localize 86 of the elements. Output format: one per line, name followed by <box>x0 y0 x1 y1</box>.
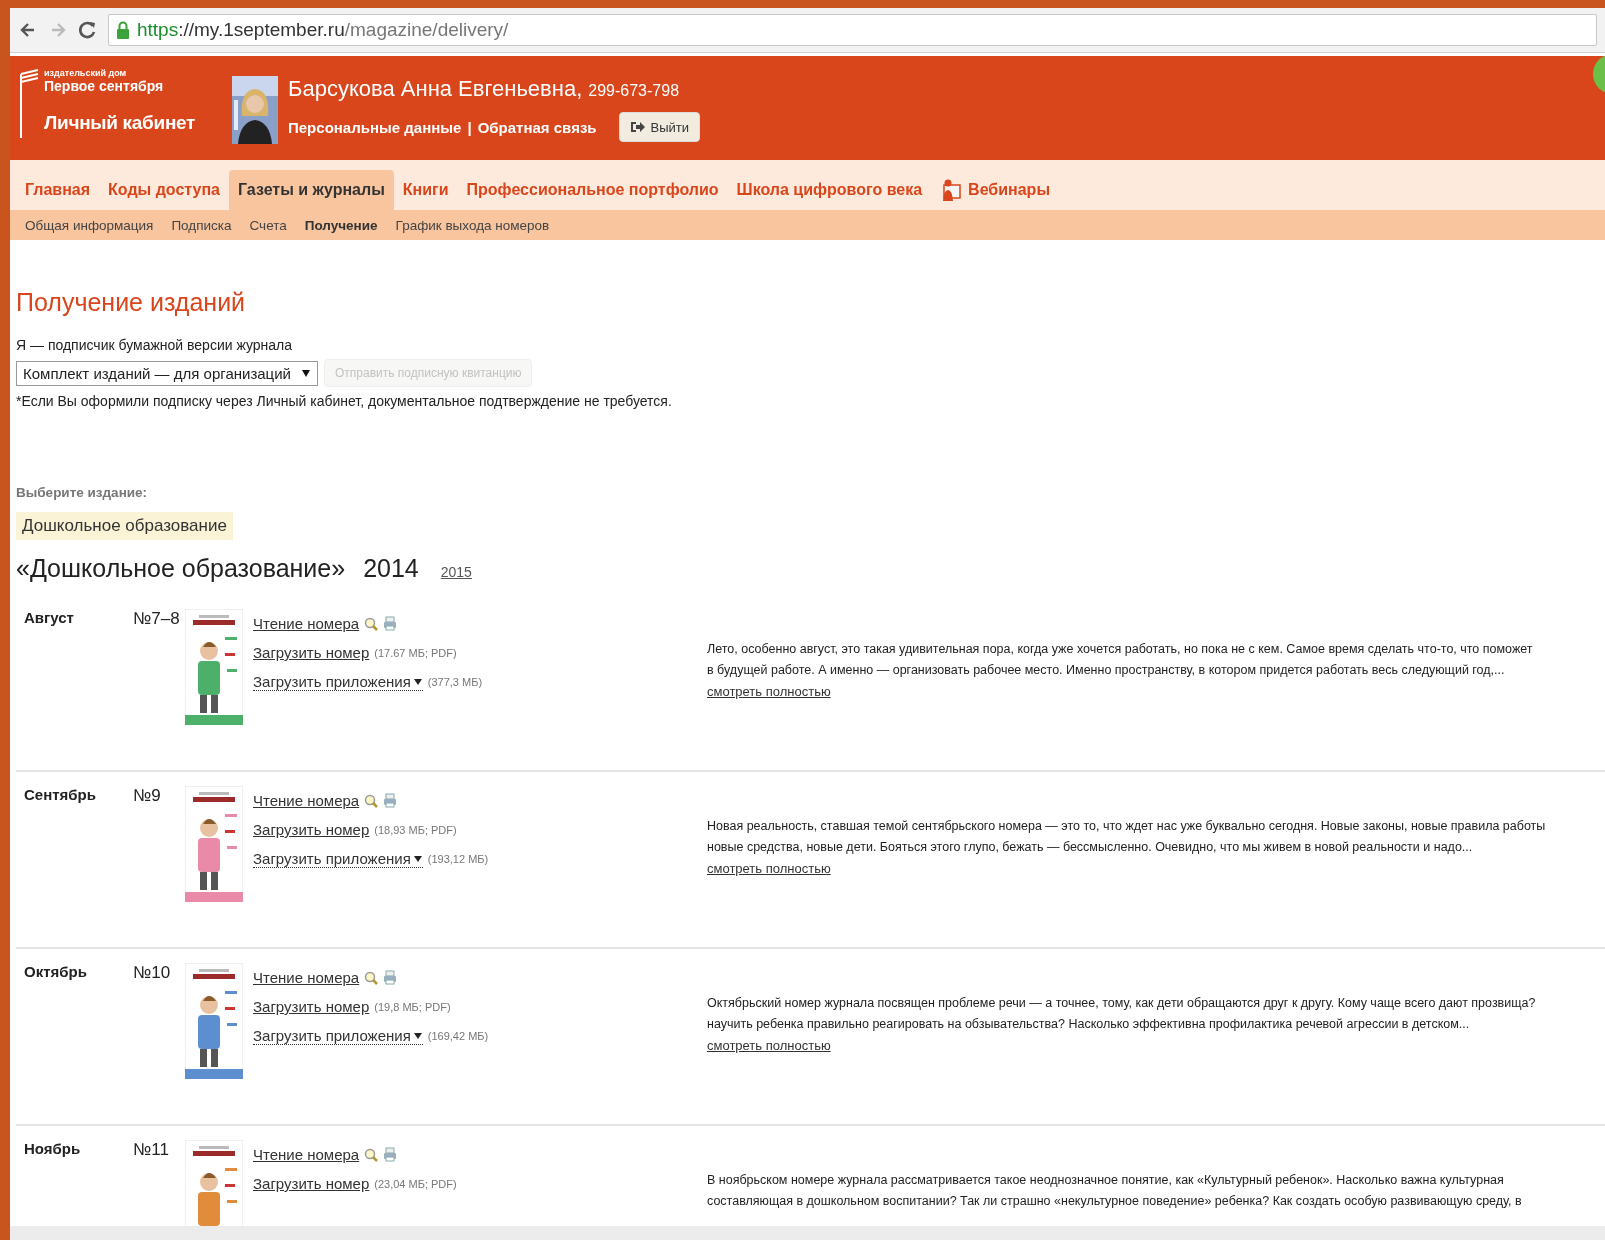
url-text: https://my.1september.ru/magazine/delivery/ <box>137 19 509 41</box>
address-bar[interactable]: https://my.1september.ru/magazine/delivery/ <box>108 14 1597 46</box>
download-issue-link[interactable]: Загрузить номер <box>253 821 370 838</box>
lock-icon <box>115 20 131 40</box>
edition-tag[interactable]: Дошкольное образование <box>16 512 233 540</box>
printer-icon[interactable] <box>383 616 398 631</box>
nav-tab[interactable]: Газеты и журналы <box>229 170 394 210</box>
caret-icon <box>412 853 423 864</box>
issue-number: №11 <box>133 1140 170 1161</box>
issue-number: №7–8 <box>133 609 181 630</box>
month-label: Сентябрь <box>23 786 97 805</box>
file-size: (17.67 МБ; PDF) <box>374 646 457 659</box>
search-icon[interactable] <box>364 970 379 985</box>
read-more-link[interactable]: смотреть полностью <box>707 1035 831 1056</box>
subnav-tab[interactable]: Общая информация <box>16 217 163 233</box>
description-line: Лето, особенно август, это такая удивительная пора, когда уже хочется работать, но пока не с кем. Самое время сделать что-то, что поможет <box>707 641 1534 658</box>
search-icon[interactable] <box>364 616 379 631</box>
issue-number: №10 <box>133 963 172 984</box>
file-size: (377,3 МБ) <box>427 676 483 688</box>
page-title: Получение изданий <box>16 288 247 317</box>
download-attachments-link[interactable]: Загрузить приложения <box>253 1027 423 1045</box>
file-size: (193,12 МБ) <box>427 853 489 865</box>
description-line: новые средства, новые дети. Бояться этого глупо, бежать — бессмысленно. Очевидно, что мы живем в новой реальности и надо... <box>707 839 1474 856</box>
feedback-link[interactable]: Обратная связь <box>477 118 597 136</box>
description-line: научить ребенка правильно реагировать на обзывательства? Насколько эффективна профилактика речевой агрессии в детском... <box>707 1016 1471 1033</box>
choose-label: Выберите издание: <box>16 485 149 500</box>
file-size: (23,04 МБ; PDF) <box>374 1177 457 1190</box>
reload-icon[interactable] <box>78 20 98 40</box>
subscriber-label: Я — подписчик бумажной версии журнала <box>16 337 294 353</box>
exit-icon <box>629 119 646 135</box>
read-issue-link[interactable]: Чтение номера <box>253 1146 360 1163</box>
download-attachments-link[interactable]: Загрузить приложения <box>253 673 423 691</box>
download-issue-link[interactable]: Загрузить номер <box>253 1175 370 1192</box>
description-line: В ноябрьском номере журнала рассматривается такое неоднозначное понятие, как «Культурный ребенок». Насколько важна культурная <box>707 1172 1505 1189</box>
printer-icon[interactable] <box>383 970 398 985</box>
download-attachments-link[interactable]: Загрузить приложения <box>253 850 423 868</box>
nav-tab[interactable]: Книги <box>393 170 458 210</box>
subnav-tab[interactable]: Получение <box>295 217 387 233</box>
nav-tab[interactable]: Вебинары <box>931 170 1060 210</box>
file-size: (19,8 МБ; PDF) <box>374 1000 451 1013</box>
logout-button[interactable]: Выйти <box>618 112 701 142</box>
subnav-tab[interactable]: График выхода номеров <box>386 217 559 233</box>
personal-data-link[interactable]: Персональные данные <box>288 118 462 136</box>
dropdown[interactable]: Комплект изданий — для организаций <box>16 360 318 386</box>
issue-number: №9 <box>133 786 162 807</box>
caret-icon <box>412 1030 423 1041</box>
user-id: 299-673-798 <box>588 82 680 100</box>
read-more-link[interactable]: смотреть полностью <box>707 858 831 879</box>
caret-icon <box>301 368 311 378</box>
read-issue-link[interactable]: Чтение номера <box>253 615 360 632</box>
description-line: составляющая в дошкольном воспитании? Так ли страшно «некультурное поведение» ребенка? Как создать особую развивающую среду, в <box>707 1193 1523 1210</box>
cabinet-title: Личный кабинет <box>44 112 196 134</box>
subnav-tab[interactable]: Счета <box>240 217 296 233</box>
nav-tab[interactable]: Профессиональное портфолио <box>457 170 728 210</box>
read-more-link[interactable]: смотреть полностью <box>707 681 831 702</box>
read-issue-link[interactable]: Чтение номера <box>253 969 360 986</box>
subnav-tab[interactable]: Подписка <box>162 217 241 233</box>
download-issue-link[interactable]: Загрузить номер <box>253 998 370 1015</box>
year-label: 2014 <box>363 554 419 583</box>
link-separator: | <box>467 118 472 136</box>
edition-heading: «Дошкольное образование» <box>16 554 346 583</box>
download-issue-link[interactable]: Загрузить номер <box>253 644 370 661</box>
year-link[interactable]: 2015 <box>440 564 472 580</box>
nav-tab[interactable]: Школа цифрового века <box>727 170 932 210</box>
search-icon[interactable] <box>364 1147 379 1162</box>
publisher-name: Первое сентября <box>44 78 165 94</box>
printer-icon[interactable] <box>383 1147 398 1162</box>
publisher-label: издательский дом <box>44 68 128 78</box>
month-label: Октябрь <box>23 963 88 982</box>
search-icon[interactable] <box>364 793 379 808</box>
logo-icon <box>18 68 40 140</box>
scrollbar[interactable] <box>10 1226 1605 1240</box>
note-text: *Если Вы оформили подписку через Личный кабинет, документальное подтверждение не требуется. <box>16 393 673 409</box>
user-name: Барсукова Анна Евгеньевна, <box>288 76 583 102</box>
file-size: (169,42 МБ) <box>427 1030 489 1042</box>
caret-icon <box>412 676 423 687</box>
nav-tab[interactable]: Главная <box>16 170 100 210</box>
file-size: (18,93 МБ; PDF) <box>374 823 457 836</box>
nav-tab[interactable]: Коды доступа <box>99 170 229 210</box>
description-line: в будущей работе. А именно — организовать рабочее место. Именно пространству, в котором придется работать весь следующий год,... <box>707 662 1506 679</box>
read-issue-link[interactable]: Чтение номера <box>253 792 360 809</box>
description-line: Октябрьский номер журнала посвящен проблеме речи — а точнее, тому, как дети обращаются друг к другу. Кому чаще всего дают прозвища? <box>707 995 1537 1012</box>
description-line: Новая реальность, ставшая темой сентябрьского номера — это то, что ждет нас уже буквально сегодня. Новые законы, новые правила работы <box>707 818 1547 835</box>
printer-icon[interactable] <box>383 793 398 808</box>
month-label: Август <box>23 609 75 628</box>
month-label: Ноябрь <box>23 1140 82 1159</box>
